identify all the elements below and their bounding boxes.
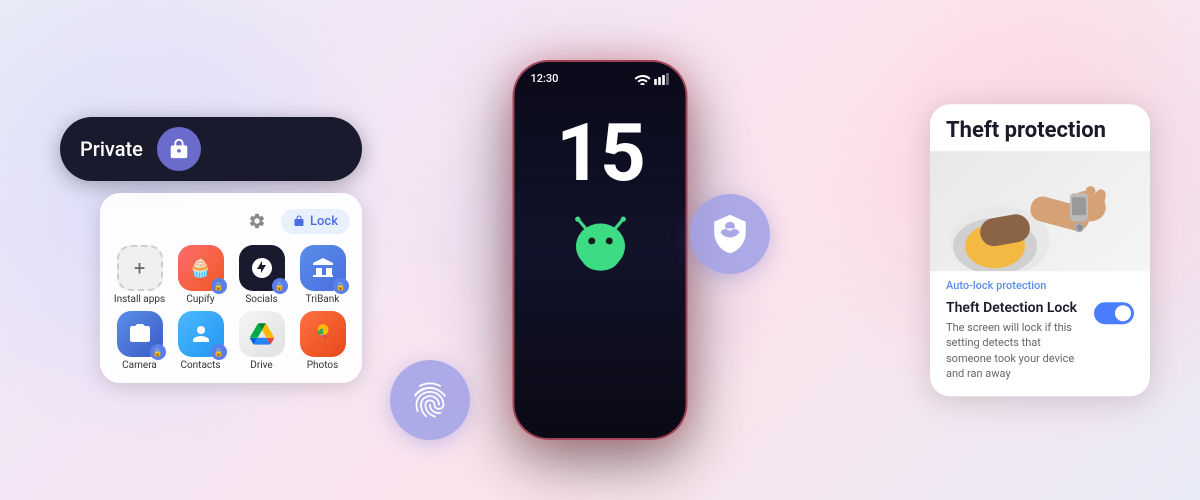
socials-icon-svg	[250, 256, 274, 280]
app-item-camera[interactable]: 🔒 Camera	[112, 311, 167, 371]
signal-icon	[654, 73, 670, 85]
wifi-icon	[635, 73, 651, 85]
fingerprint-icon	[409, 379, 451, 421]
phone: 12:30 15	[513, 60, 688, 440]
gear-button[interactable]	[241, 205, 273, 237]
phone-big-number: 15	[556, 113, 644, 193]
theft-image-inner: ⚙	[930, 151, 1150, 271]
app-label-tribank: TriBank	[306, 294, 340, 305]
theft-detection-description: The screen will lock if this setting det…	[946, 320, 1086, 382]
app-grid-container: Lock + Install apps 🧁 🔒 Cupify	[100, 193, 362, 383]
app-label-socials: Socials	[245, 294, 277, 305]
android-robot	[555, 213, 645, 283]
private-pill[interactable]: Private	[60, 117, 362, 181]
theft-detection-row: Theft Detection Lock The screen will loc…	[930, 296, 1150, 396]
lock-icon	[168, 138, 190, 160]
fingerprint-bubble[interactable]	[390, 360, 470, 440]
private-label: Private	[80, 137, 143, 161]
app-label-contacts: Contacts	[180, 360, 220, 371]
right-panel: Theft protection	[930, 104, 1150, 396]
private-lock-button[interactable]	[157, 127, 201, 171]
svg-text:⚙: ⚙	[1077, 224, 1083, 232]
app-icon-camera: 🔒	[117, 311, 163, 357]
app-icon-contacts: 🔒	[178, 311, 224, 357]
app-icon-drive	[239, 311, 285, 357]
lock-small-label: Lock	[310, 214, 338, 229]
app-label-camera: Camera	[122, 360, 157, 371]
app-item-tribank[interactable]: 🔒 TriBank	[295, 245, 350, 305]
gear-icon	[248, 212, 266, 230]
lock-small-button[interactable]: Lock	[281, 209, 350, 234]
lock-small-icon	[293, 215, 305, 227]
app-item-photos[interactable]: Photos	[295, 311, 350, 371]
shield-bubble[interactable]	[690, 194, 770, 274]
app-item-install[interactable]: + Install apps	[112, 245, 167, 305]
photos-icon-svg	[310, 321, 336, 347]
app-label-photos: Photos	[307, 360, 339, 371]
app-icon-socials: 🔒	[239, 245, 285, 291]
theft-illustration: ⚙	[940, 151, 1140, 271]
theft-image: ⚙	[930, 151, 1150, 271]
phone-status-icons	[635, 73, 670, 85]
app-item-drive[interactable]: Drive	[234, 311, 289, 371]
app-label-drive: Drive	[250, 360, 272, 371]
app-icon-photos	[300, 311, 346, 357]
app-item-cupify[interactable]: 🧁 🔒 Cupify	[173, 245, 228, 305]
camera-lock-badge: 🔒	[150, 344, 166, 360]
contacts-lock-badge: 🔒	[211, 344, 227, 360]
phone-notch	[592, 72, 608, 88]
camera-icon-svg	[128, 322, 152, 346]
theft-protection-title: Theft protection	[930, 104, 1150, 151]
left-panel: Private Lock + Insta	[60, 117, 362, 383]
app-icon-tribank: 🔒	[300, 245, 346, 291]
app-item-socials[interactable]: 🔒 Socials	[234, 245, 289, 305]
theft-detection-title: Theft Detection Lock	[946, 300, 1086, 316]
tribank-lock-badge: 🔒	[333, 278, 349, 294]
app-icon-cupify: 🧁 🔒	[178, 245, 224, 291]
tribank-icon-svg	[311, 256, 335, 280]
app-grid-top: Lock	[112, 205, 350, 237]
android-robot-svg	[555, 213, 645, 283]
socials-lock-badge: 🔒	[272, 278, 288, 294]
shield-key-icon	[709, 213, 751, 255]
app-label-install: Install apps	[114, 294, 165, 305]
drive-icon-svg	[250, 322, 274, 346]
contacts-icon-svg	[189, 322, 213, 346]
app-label-cupify: Cupify	[186, 294, 214, 305]
cupify-lock-badge: 🔒	[211, 278, 227, 294]
app-grid: + Install apps 🧁 🔒 Cupify 🔒 Socials	[112, 245, 350, 371]
app-icon-install: +	[117, 245, 163, 291]
phone-time: 12:30	[531, 72, 559, 85]
theft-detection-toggle[interactable]	[1094, 302, 1134, 324]
app-item-contacts[interactable]: 🔒 Contacts	[173, 311, 228, 371]
phone-screen: 12:30 15	[515, 62, 686, 438]
auto-lock-label: Auto-lock protection	[930, 271, 1150, 296]
